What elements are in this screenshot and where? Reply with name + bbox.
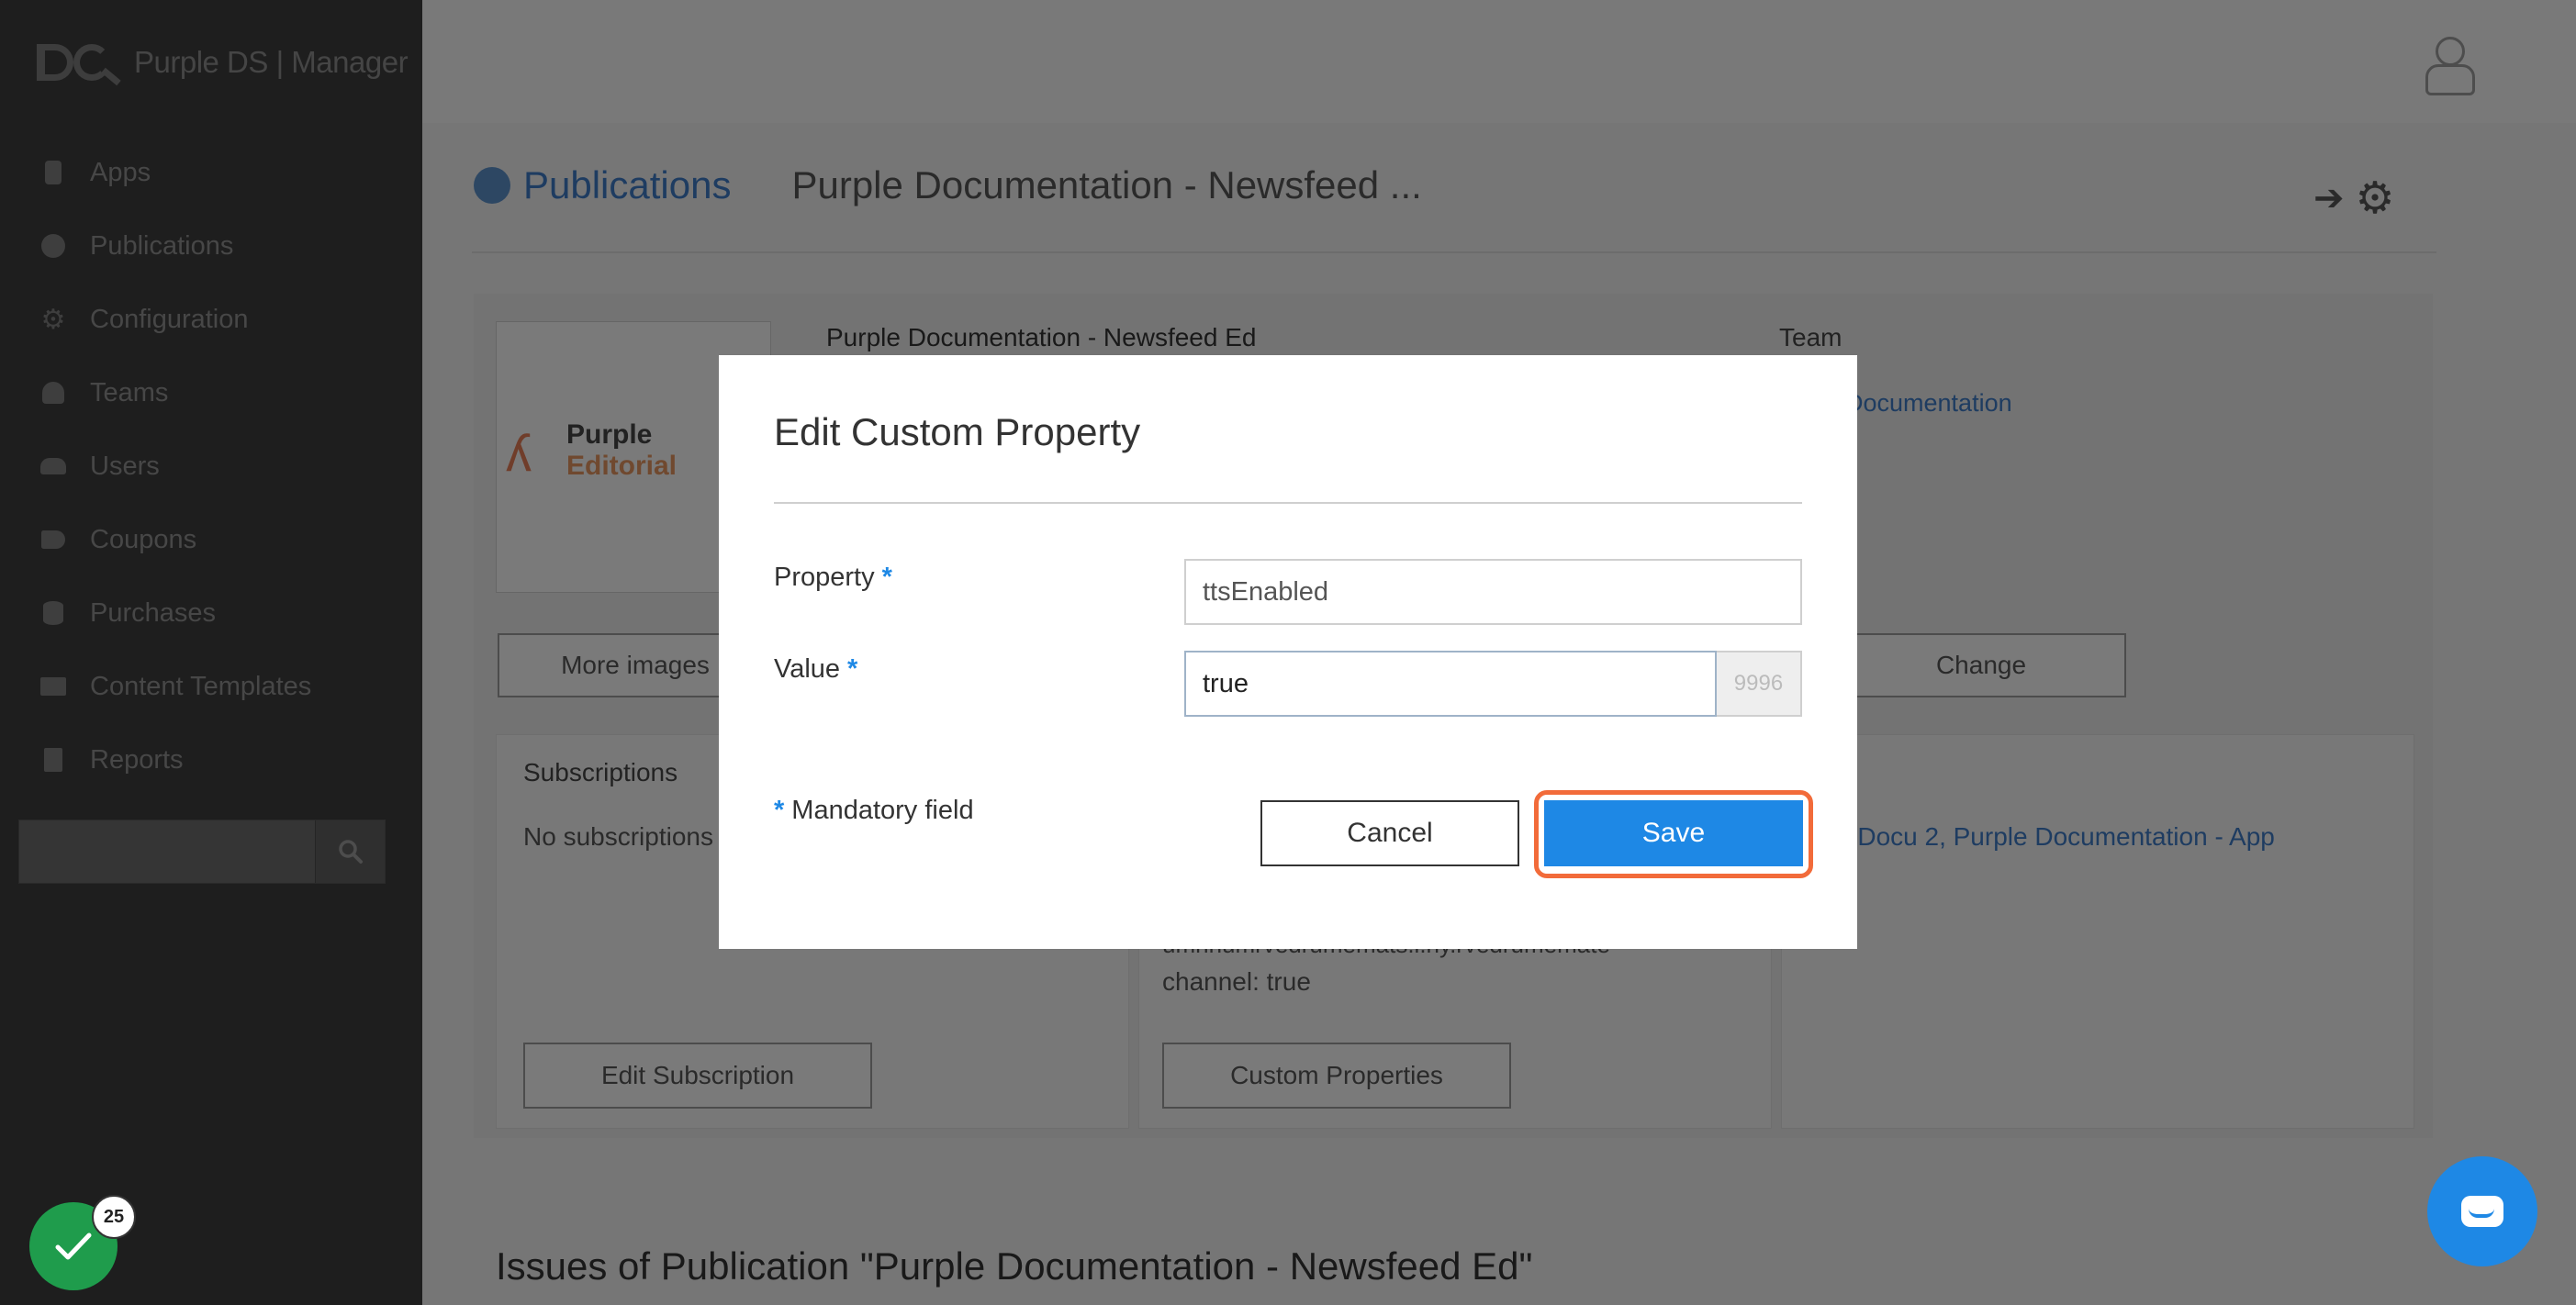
chat-launcher-button[interactable] xyxy=(2427,1156,2537,1266)
check-icon xyxy=(55,1232,92,1260)
property-input[interactable] xyxy=(1184,559,1802,625)
value-label: Value * xyxy=(774,654,857,685)
tasks-check-button[interactable]: 25 xyxy=(29,1195,136,1290)
value-input[interactable] xyxy=(1184,651,1717,717)
edit-custom-property-dialog: Edit Custom Property Property* Value* 99… xyxy=(719,355,1857,949)
required-marker: * xyxy=(847,654,858,684)
save-button[interactable]: Save xyxy=(1544,800,1803,866)
property-label-text: Property xyxy=(774,563,875,592)
value-label-text: Value xyxy=(774,654,841,684)
chat-icon xyxy=(2461,1196,2503,1227)
character-counter: 9996 xyxy=(1717,651,1802,717)
cancel-button[interactable]: Cancel xyxy=(1260,800,1519,866)
notification-badge: 25 xyxy=(92,1195,136,1239)
property-label: Property * xyxy=(774,563,892,593)
mandatory-text: Mandatory field xyxy=(791,796,974,825)
required-marker: * xyxy=(774,796,785,825)
dialog-title: Edit Custom Property xyxy=(774,410,1141,453)
required-marker: * xyxy=(881,563,892,592)
dialog-divider xyxy=(774,502,1802,504)
mandatory-note: * Mandatory field xyxy=(774,796,974,826)
